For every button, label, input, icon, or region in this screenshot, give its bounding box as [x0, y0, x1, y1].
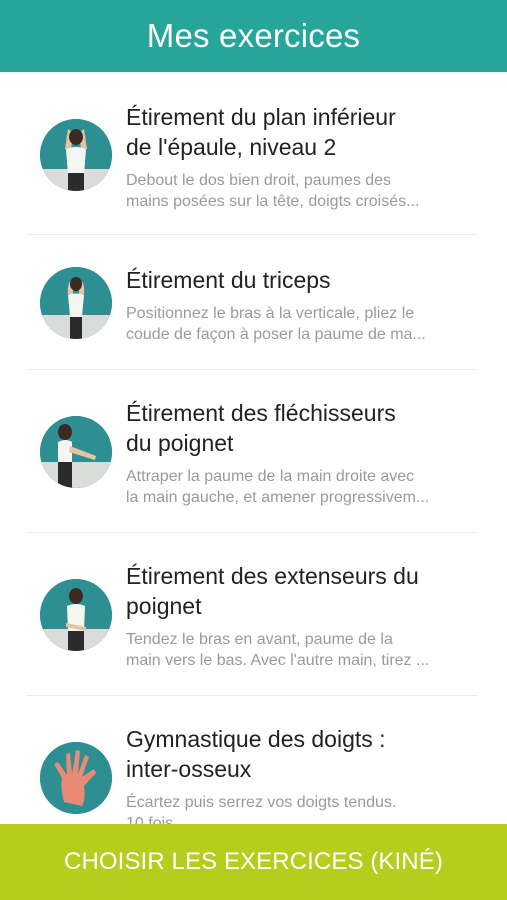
exercise-thumbnail: [40, 416, 112, 488]
exercise-description: Positionnez le bras à la verticale, plie…: [126, 305, 426, 343]
exercise-item-finger-gymnastics[interactable]: Gymnastique des doigts : inter-osseux Éc…: [0, 696, 507, 824]
choose-exercises-label: CHOISIR LES EXERCICES (KINÉ): [64, 848, 443, 875]
choose-exercises-button[interactable]: CHOISIR LES EXERCICES (KINÉ): [0, 824, 507, 900]
exercise-item-wrist-flexors[interactable]: Étirement des fléchisseurs du poignet At…: [0, 370, 507, 533]
exercise-thumbnail: [40, 579, 112, 651]
exercise-description: Debout le dos bien droit, paumes des mai…: [126, 172, 420, 210]
exercise-description: Écartez puis serrez vos doigts tendus. 1…: [126, 794, 397, 824]
exercise-title: Étirement du triceps: [126, 267, 331, 293]
exercise-title: Étirement des extenseurs du poignet: [126, 563, 419, 619]
page-title: Mes exercices: [146, 17, 361, 54]
exercise-item-shoulder-stretch[interactable]: Étirement du plan inférieur de l'épaule,…: [0, 72, 507, 235]
exercise-description: Attraper la paume de la main droite avec…: [126, 468, 430, 506]
exercise-thumbnail: [40, 267, 112, 339]
exercise-description: Tendez le bras en avant, paume de la mai…: [126, 631, 430, 669]
exercise-title: Étirement des fléchisseurs du poignet: [126, 400, 396, 456]
exercise-list[interactable]: Étirement du plan inférieur de l'épaule,…: [0, 72, 507, 824]
exercise-thumbnail: [40, 742, 112, 814]
exercise-item-wrist-extensors[interactable]: Étirement des extenseurs du poignet Tend…: [0, 533, 507, 696]
exercise-thumbnail: [40, 119, 112, 191]
exercise-title: Étirement du plan inférieur de l'épaule,…: [126, 104, 396, 160]
exercise-item-triceps-stretch[interactable]: Étirement du triceps Positionnez le bras…: [0, 235, 507, 370]
app-header: Mes exercices: [0, 0, 507, 72]
exercise-title: Gymnastique des doigts : inter-osseux: [126, 726, 386, 782]
